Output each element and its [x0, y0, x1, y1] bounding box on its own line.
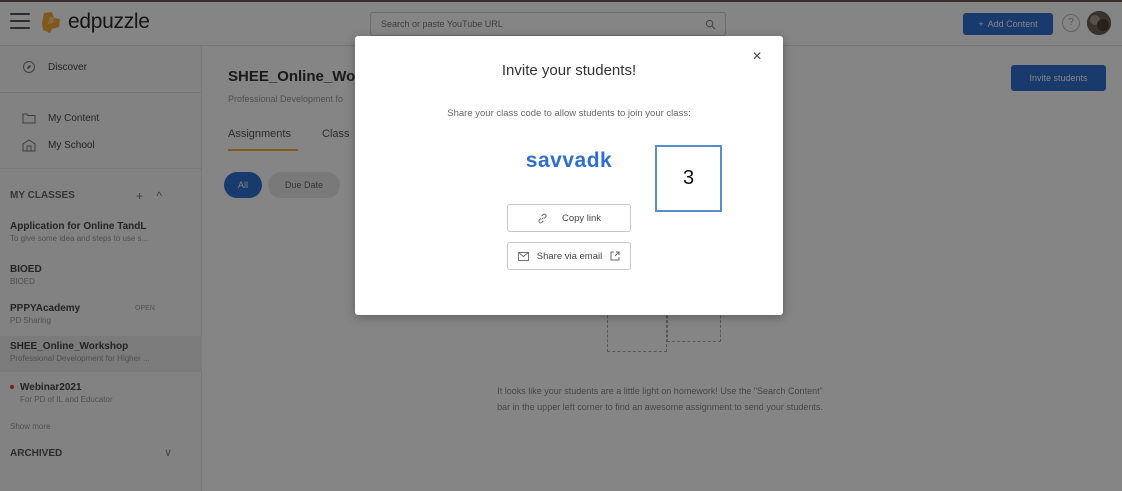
copy-link-button[interactable]: Copy link	[507, 204, 631, 232]
link-icon	[538, 213, 547, 223]
modal-title: Invite your students!	[501, 62, 637, 79]
external-link-icon	[610, 251, 620, 261]
invite-students-modal: × Invite your students! Share your class…	[355, 36, 783, 315]
modal-description: Share your class code to allow students …	[447, 108, 691, 119]
share-email-label: Share via email	[536, 250, 603, 262]
share-email-button[interactable]: Share via email	[507, 242, 631, 270]
mail-icon	[517, 251, 529, 261]
copy-link-label: Copy link	[561, 212, 602, 224]
annotation-box: 3	[655, 145, 722, 212]
